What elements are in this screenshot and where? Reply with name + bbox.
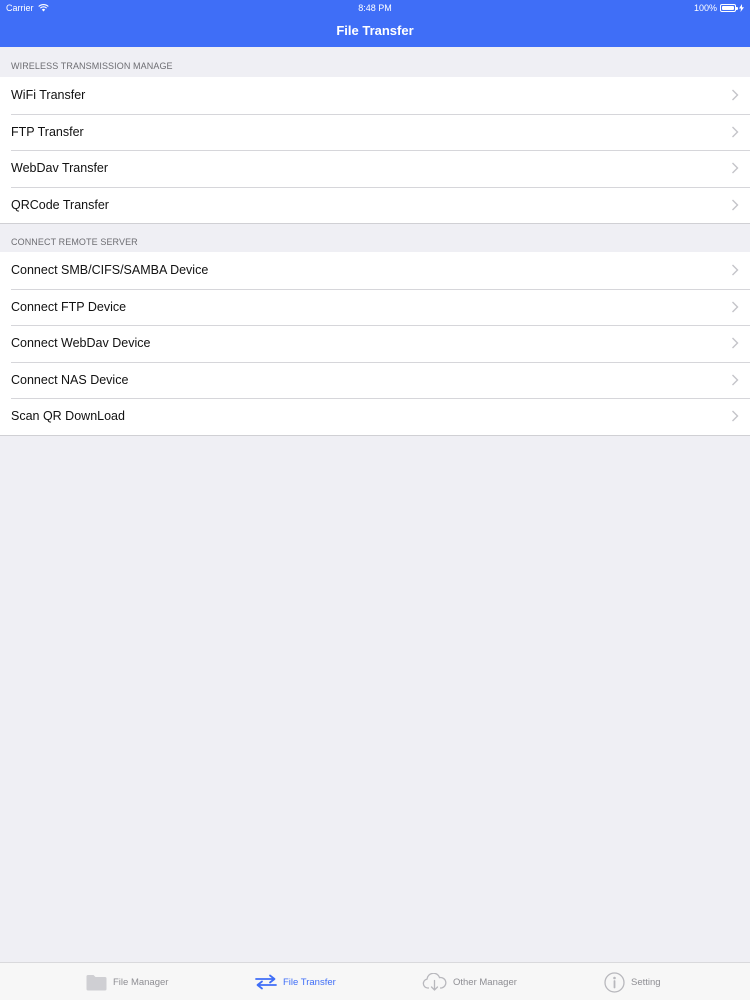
tab-setting[interactable]: Setting (604, 963, 661, 1000)
chevron-right-icon (732, 199, 739, 210)
chevron-right-icon (732, 337, 739, 349)
section-header-wireless: WIRELESS TRANSMISSION MANAGE (11, 61, 173, 71)
chevron-right-icon (732, 264, 739, 276)
tab-label: Other Manager (453, 976, 517, 988)
info-icon (604, 971, 625, 993)
tab-label: Setting (631, 976, 661, 988)
charging-bolt-icon (739, 4, 744, 12)
list-item-label: QRCode Transfer (11, 197, 109, 212)
list-item-label: Connect WebDav Device (11, 336, 151, 351)
page-title: File Transfer (336, 23, 414, 38)
chevron-right-icon (732, 374, 739, 385)
list-item-label: Connect SMB/CIFS/SAMBA Device (11, 263, 209, 278)
list-item-wifi-transfer[interactable]: WiFi Transfer (0, 77, 750, 114)
list-item-connect-ftp[interactable]: Connect FTP Device (0, 288, 750, 326)
cloud-download-icon (422, 973, 447, 991)
folder-icon (86, 974, 107, 990)
transfer-arrows-icon (255, 974, 277, 990)
battery-group: 100% (694, 3, 744, 13)
list-item-ftp-transfer[interactable]: FTP Transfer (0, 113, 750, 151)
list-item-connect-webdav[interactable]: Connect WebDav Device (0, 325, 750, 362)
tab-file-manager[interactable]: File Manager (86, 963, 168, 1000)
chevron-right-icon (732, 89, 739, 101)
tab-file-transfer[interactable]: File Transfer (255, 963, 336, 1000)
navigation-bar: Carrier 8:48 PM 100% File Transfer (0, 0, 750, 47)
chevron-right-icon (732, 126, 739, 137)
list-item-scan-qr-download[interactable]: Scan QR DownLoad (0, 398, 750, 435)
tab-label: File Transfer (283, 976, 336, 988)
list-item-connect-nas[interactable]: Connect NAS Device (0, 361, 750, 399)
list-item-label: Connect NAS Device (11, 372, 129, 387)
section-header-remote-server: CONNECT REMOTE SERVER (11, 237, 138, 247)
chevron-right-icon (732, 410, 739, 422)
status-bar: Carrier 8:48 PM 100% (0, 0, 750, 16)
battery-fill (722, 6, 734, 10)
list-item-connect-smb[interactable]: Connect SMB/CIFS/SAMBA Device (0, 252, 750, 289)
list-item-webdav-transfer[interactable]: WebDav Transfer (0, 150, 750, 187)
battery-icon (720, 4, 738, 12)
tab-bar: File Manager File Transfer Other Manager… (0, 962, 750, 1000)
list-item-label: WebDav Transfer (11, 161, 109, 176)
remote-server-list: Connect SMB/CIFS/SAMBA Device Connect FT… (0, 252, 750, 436)
list-item-label: Scan QR DownLoad (11, 409, 125, 424)
tab-other-manager[interactable]: Other Manager (422, 963, 517, 1000)
status-time: 8:48 PM (358, 3, 392, 13)
chevron-right-icon (732, 301, 739, 312)
tab-label: File Manager (113, 976, 169, 988)
list-item-qrcode-transfer[interactable]: QRCode Transfer (0, 186, 750, 224)
list-item-label: FTP Transfer (11, 124, 84, 139)
list-item-label: Connect FTP Device (11, 299, 127, 314)
battery-percent: 100% (693, 3, 717, 13)
list-item-label: WiFi Transfer (11, 88, 86, 103)
chevron-right-icon (732, 162, 739, 174)
wireless-transfer-list: WiFi Transfer FTP Transfer WebDav Transf… (0, 77, 750, 224)
